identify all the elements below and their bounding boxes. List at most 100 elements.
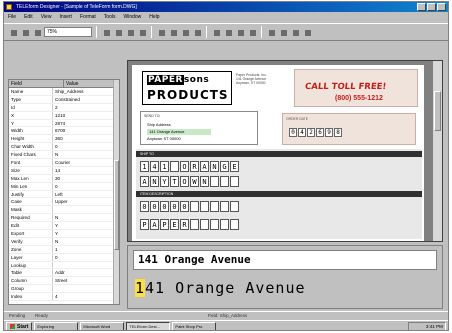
- property-row[interactable]: Min Len 0: [9, 182, 119, 191]
- property-row[interactable]: Table Addr: [9, 269, 119, 278]
- property-value[interactable]: 8700: [53, 127, 119, 134]
- zoom-out-icon[interactable]: [223, 27, 233, 37]
- property-value[interactable]: N: [53, 151, 119, 158]
- menu-format[interactable]: Format: [80, 13, 96, 22]
- char-cell[interactable]: [210, 219, 219, 230]
- char-cell[interactable]: N: [210, 161, 219, 172]
- char-cell[interactable]: 9: [325, 128, 333, 137]
- field-tool-icon[interactable]: [235, 27, 245, 37]
- property-row[interactable]: Case Upper: [9, 198, 119, 207]
- taskbar-item[interactable]: Paint Shop Pro: [172, 321, 217, 330]
- align-left-icon[interactable]: [156, 27, 166, 37]
- property-value[interactable]: Y: [53, 230, 119, 237]
- char-cell[interactable]: [210, 201, 219, 212]
- char-cell[interactable]: [190, 201, 199, 212]
- char-cell[interactable]: P: [140, 219, 149, 230]
- ship-name-field[interactable]: Ship Address: [147, 122, 171, 128]
- char-cell[interactable]: 4: [150, 161, 159, 172]
- menu-edit[interactable]: Edit: [24, 13, 33, 22]
- print-icon[interactable]: [302, 27, 312, 37]
- cut-icon[interactable]: [101, 27, 111, 37]
- taskbar-item-active[interactable]: TELEform Desi...: [126, 321, 171, 330]
- char-cell[interactable]: [200, 201, 209, 212]
- char-cell[interactable]: A: [140, 176, 149, 187]
- property-value[interactable]: [53, 262, 119, 269]
- property-value[interactable]: Addr: [53, 269, 119, 276]
- property-row[interactable]: Max Len 30: [9, 174, 119, 183]
- property-row[interactable]: Id 2: [9, 103, 119, 112]
- property-row[interactable]: Required N: [9, 214, 119, 223]
- char-cell[interactable]: E: [230, 161, 239, 172]
- property-value[interactable]: Upper: [53, 198, 119, 205]
- taskbar-item[interactable]: Exploring: [34, 321, 79, 330]
- char-cell[interactable]: [230, 219, 239, 230]
- paste-icon[interactable]: [125, 27, 135, 37]
- char-cell[interactable]: 0: [170, 201, 179, 212]
- property-value[interactable]: Constrained: [53, 96, 119, 103]
- char-cell[interactable]: 6: [316, 128, 324, 137]
- property-row[interactable]: Font Courier: [9, 159, 119, 167]
- property-value[interactable]: Courier: [53, 159, 119, 166]
- char-cell[interactable]: 0: [160, 201, 169, 212]
- minimize-button[interactable]: [417, 3, 426, 11]
- property-row[interactable]: Size 14: [9, 166, 119, 175]
- char-field-row[interactable]: ANYTOWN: [140, 176, 239, 188]
- property-row[interactable]: Char Width 0: [9, 143, 119, 152]
- char-cell[interactable]: 8: [334, 128, 342, 137]
- char-field-row[interactable]: PAPER: [140, 219, 239, 231]
- menu-tools[interactable]: Tools: [104, 13, 116, 22]
- char-cell[interactable]: [170, 161, 179, 172]
- char-cell[interactable]: O: [180, 176, 189, 187]
- property-value[interactable]: 360: [53, 135, 119, 142]
- menu-file[interactable]: File: [8, 13, 16, 22]
- new-icon[interactable]: [8, 27, 18, 37]
- char-cell[interactable]: N: [150, 176, 159, 187]
- ship-to-field-group[interactable]: SEND TO: Ship Address 141 Orange Avenue …: [140, 111, 258, 145]
- property-value[interactable]: 14: [53, 167, 119, 174]
- property-row[interactable]: Export Y: [9, 230, 119, 238]
- property-row[interactable]: Fixed Chars N: [9, 151, 119, 160]
- char-cell[interactable]: 0: [180, 201, 189, 212]
- property-value[interactable]: N: [53, 238, 119, 245]
- property-row[interactable]: Mask: [9, 206, 119, 215]
- property-value[interactable]: 4: [53, 293, 119, 300]
- char-cell[interactable]: 0: [289, 128, 297, 137]
- property-value[interactable]: 1210: [53, 112, 119, 119]
- menu-help[interactable]: Help: [149, 13, 159, 22]
- char-cell[interactable]: A: [150, 219, 159, 230]
- taskbar-item[interactable]: Microsoft Word: [80, 321, 125, 330]
- property-row[interactable]: Layer 0: [9, 253, 119, 262]
- char-field-row[interactable]: 141ORANGE: [140, 161, 239, 173]
- char-cell[interactable]: [230, 176, 239, 187]
- property-row[interactable]: Group: [9, 285, 119, 294]
- char-cell[interactable]: [190, 219, 199, 230]
- zoom-select[interactable]: 75%: [44, 27, 92, 37]
- char-cell[interactable]: 0: [140, 201, 149, 212]
- ship-address-field[interactable]: 141 Orange Avenue: [147, 129, 211, 135]
- char-cell[interactable]: T: [170, 176, 179, 187]
- property-row[interactable]: Name Ship_Address: [9, 88, 119, 96]
- property-row[interactable]: Zone 1: [9, 245, 119, 254]
- char-cell[interactable]: 1: [140, 161, 149, 172]
- char-cell[interactable]: O: [180, 161, 189, 172]
- char-cell[interactable]: 1: [160, 161, 169, 172]
- copy-icon[interactable]: [113, 27, 123, 37]
- order-date-cells[interactable]: 042698: [289, 128, 342, 137]
- property-row[interactable]: Edit Y: [9, 222, 119, 231]
- property-value[interactable]: N: [53, 214, 119, 221]
- ship-city-field[interactable]: Anytown ST 00000: [147, 136, 181, 142]
- properties-scrollbar[interactable]: [113, 80, 119, 304]
- char-cell[interactable]: E: [170, 219, 179, 230]
- char-cell[interactable]: A: [200, 161, 209, 172]
- property-row[interactable]: Column Street: [9, 277, 119, 286]
- start-button[interactable]: Start: [6, 321, 33, 330]
- line-tool-icon[interactable]: [278, 27, 288, 37]
- property-value[interactable]: Y: [53, 222, 119, 229]
- char-cell[interactable]: R: [190, 161, 199, 172]
- char-cell[interactable]: 2: [307, 128, 315, 137]
- property-value[interactable]: [53, 206, 119, 213]
- char-cell[interactable]: [210, 176, 219, 187]
- char-field-row[interactable]: 00000: [140, 201, 239, 213]
- property-value[interactable]: Left: [53, 191, 119, 198]
- property-row[interactable]: Type Constrained: [9, 95, 119, 104]
